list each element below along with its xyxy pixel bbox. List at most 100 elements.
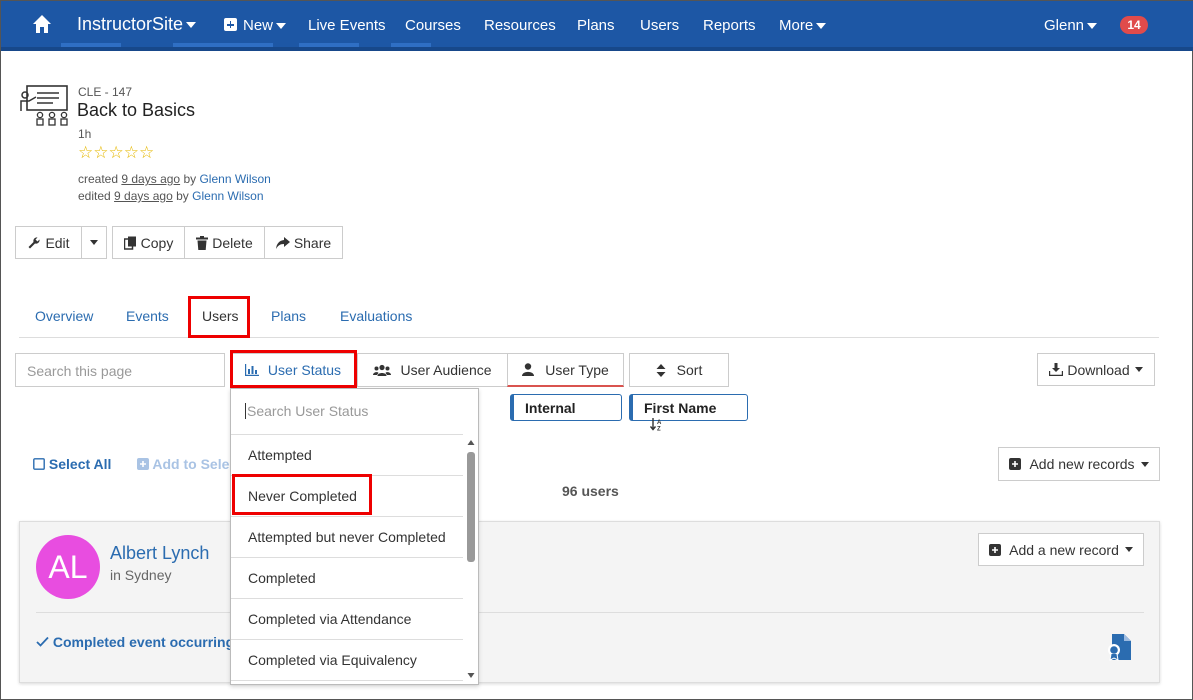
- user-name-link[interactable]: Albert Lynch: [110, 543, 209, 564]
- edited-when: 9 days ago: [114, 189, 173, 203]
- tab-plans[interactable]: Plans: [271, 308, 306, 324]
- home-icon[interactable]: [31, 13, 53, 35]
- new-menu[interactable]: New: [224, 17, 287, 34]
- edit-label: Edit: [45, 234, 70, 251]
- nav-reports[interactable]: Reports: [703, 17, 756, 34]
- certificate-icon[interactable]: [1106, 633, 1132, 661]
- add-to-selection-label: Add to Selec: [152, 456, 238, 472]
- nav-more[interactable]: More: [779, 17, 827, 34]
- filter-chip-internal[interactable]: Internal: [510, 394, 622, 421]
- chevron-down-icon: [90, 240, 98, 245]
- svg-text:Z: Z: [657, 427, 661, 432]
- plus-square-icon: [137, 458, 149, 470]
- chevron-down-icon: [1087, 23, 1098, 30]
- chevron-down-icon: [1134, 367, 1143, 372]
- chevron-down-icon: [276, 23, 287, 30]
- share-button[interactable]: Share: [264, 226, 343, 259]
- created-when: 9 days ago: [121, 172, 181, 186]
- brand-label: InstructorSite: [77, 14, 184, 34]
- search-page-input[interactable]: Search this page: [15, 353, 225, 387]
- editor-link[interactable]: Glenn Wilson: [192, 189, 263, 203]
- add-a-new-record-button[interactable]: Add a new record: [978, 533, 1144, 566]
- download-icon: [1049, 363, 1064, 376]
- rating-stars[interactable]: ☆☆☆☆☆: [78, 143, 154, 163]
- created-prefix: created: [78, 172, 119, 186]
- plus-square-icon: [1009, 458, 1022, 470]
- classroom-icon: [20, 85, 68, 126]
- plus-square-icon: [989, 543, 1002, 556]
- search-user-status-placeholder: Search User Status: [247, 403, 369, 419]
- add-to-selection-button[interactable]: Add to Selec: [137, 456, 237, 472]
- copy-button[interactable]: Copy: [112, 226, 185, 259]
- creator-link[interactable]: Glenn Wilson: [199, 172, 270, 186]
- option-completed[interactable]: Completed: [231, 558, 463, 599]
- add-a-new-record-label: Add a new record: [1009, 541, 1119, 558]
- check-icon: [36, 636, 49, 647]
- tab-events[interactable]: Events: [126, 308, 169, 324]
- plus-square-icon: [224, 18, 237, 31]
- filter-chip-first-name[interactable]: First Name AZ: [629, 394, 748, 433]
- nav-resources[interactable]: Resources: [484, 17, 556, 34]
- scrollbar-thumb[interactable]: [467, 452, 475, 562]
- new-label: New: [243, 17, 274, 34]
- select-all-label: Select All: [48, 456, 112, 472]
- completion-status[interactable]: Completed event occurring N: [36, 634, 248, 650]
- search-user-status-input[interactable]: Search User Status: [245, 403, 368, 419]
- delete-label: Delete: [212, 234, 253, 251]
- notification-badge[interactable]: 14: [1120, 16, 1148, 34]
- option-completed-via-attendance[interactable]: Completed via Attendance: [231, 599, 463, 640]
- download-label: Download: [1067, 361, 1130, 378]
- nav-users[interactable]: Users: [640, 17, 679, 34]
- user-card: AL Albert Lynch in Sydney Add a new reco…: [19, 521, 1160, 683]
- sort-button[interactable]: Sort: [629, 353, 729, 387]
- users-icon: [373, 364, 392, 376]
- edit-dropdown-button[interactable]: [81, 226, 107, 259]
- option-completed-via-equivalency[interactable]: Completed via Equivalency: [231, 640, 463, 681]
- wrench-icon: [28, 236, 41, 248]
- svg-text:A: A: [657, 420, 662, 426]
- user-audience-label: User Audience: [400, 362, 492, 378]
- highlight-box-user-status: [230, 350, 357, 388]
- download-button[interactable]: Download: [1037, 353, 1155, 386]
- edited-prefix: edited: [78, 189, 111, 203]
- sort-alpha-icon: AZ: [649, 418, 662, 433]
- user-type-label: User Type: [545, 361, 609, 378]
- first-name-chip-label: First Name: [644, 400, 717, 416]
- add-new-records-button[interactable]: Add new records: [998, 447, 1160, 481]
- nav-live-events[interactable]: Live Events: [308, 17, 386, 34]
- user-menu[interactable]: Glenn: [1044, 17, 1098, 34]
- sort-icon: [656, 363, 666, 377]
- user-status-dropdown: Search User Status Attempted Never Compl…: [230, 388, 479, 685]
- page-title: Back to Basics: [77, 100, 196, 120]
- user-count: 96 users: [562, 483, 619, 499]
- user-icon: [522, 363, 535, 376]
- user-audience-filter-button[interactable]: User Audience: [357, 353, 508, 387]
- trash-icon: [196, 235, 209, 250]
- nav-plans[interactable]: Plans: [577, 17, 615, 34]
- edited-info: edited 9 days ago by Glenn Wilson: [78, 189, 264, 203]
- created-info: created 9 days ago by Glenn Wilson: [78, 172, 271, 186]
- edit-button[interactable]: Edit: [15, 226, 82, 259]
- share-label: Share: [293, 234, 332, 251]
- delete-button[interactable]: Delete: [184, 226, 265, 259]
- user-type-filter-button[interactable]: User Type: [507, 353, 624, 387]
- edited-by-word: by: [176, 189, 189, 203]
- option-attempted[interactable]: Attempted: [231, 435, 463, 476]
- chevron-down-icon: [816, 23, 827, 30]
- nav-courses[interactable]: Courses: [405, 17, 461, 34]
- course-code: CLE - 147: [78, 85, 133, 99]
- more-label: More: [779, 17, 814, 34]
- select-all-button[interactable]: Select All: [33, 456, 111, 472]
- user-location: in Sydney: [110, 567, 172, 583]
- created-by-word: by: [183, 172, 197, 186]
- user-name: Glenn: [1044, 17, 1085, 34]
- add-new-records-label: Add new records: [1029, 456, 1135, 472]
- highlight-box-never-completed: [232, 474, 372, 515]
- tab-evaluations[interactable]: Evaluations: [340, 308, 412, 324]
- option-attempted-never-completed[interactable]: Attempted but never Completed: [231, 517, 463, 558]
- tab-overview[interactable]: Overview: [35, 308, 93, 324]
- completion-status-label: Completed event occurring N: [52, 634, 249, 650]
- avatar: AL: [36, 535, 100, 599]
- copy-label: Copy: [140, 234, 174, 251]
- brand-menu[interactable]: InstructorSite: [77, 14, 197, 35]
